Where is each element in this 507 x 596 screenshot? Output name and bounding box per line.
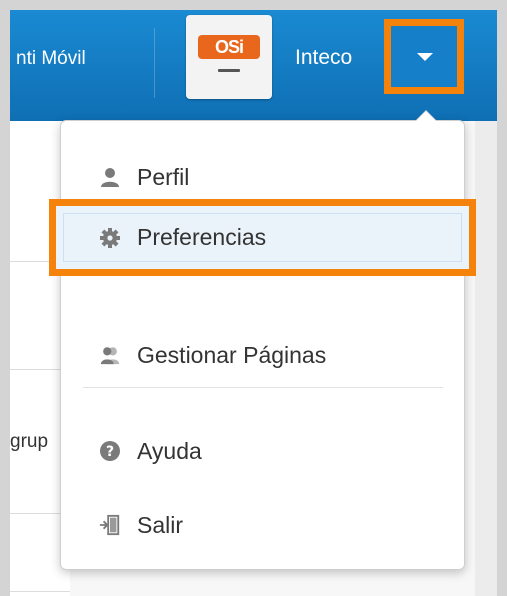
hover-inner-border bbox=[63, 213, 462, 262]
menu-item-perfil[interactable]: Perfil bbox=[61, 149, 464, 205]
logo-underline bbox=[218, 69, 240, 72]
user-dropdown-menu: Perfil Preferencias Gestionar Páginas ? … bbox=[49, 110, 476, 570]
navbar-divider bbox=[154, 28, 155, 98]
menu-separator bbox=[83, 387, 443, 388]
menu-item-label: Salir bbox=[137, 511, 184, 538]
right-gutter bbox=[475, 121, 497, 596]
svg-text:?: ? bbox=[106, 444, 114, 460]
caret-down-icon bbox=[417, 53, 433, 61]
menu-item-label: Ayuda bbox=[137, 437, 202, 464]
clipped-content-text: grup bbox=[10, 431, 49, 452]
divider bbox=[10, 591, 70, 592]
top-navbar: nti Móvil OSi Inteco bbox=[10, 10, 497, 121]
help-circle-icon: ? bbox=[99, 440, 121, 462]
user-menu-toggle-button[interactable] bbox=[384, 19, 464, 94]
app-title-partial[interactable]: nti Móvil bbox=[16, 48, 86, 70]
app-window: nti Móvil OSi Inteco grup Perfil Prefere… bbox=[10, 10, 497, 596]
org-name[interactable]: Inteco bbox=[295, 46, 388, 70]
menu-item-label: Gestionar Páginas bbox=[137, 341, 327, 368]
menu-item-label: Perfil bbox=[137, 163, 190, 190]
menu-item-gestionar-paginas[interactable]: Gestionar Páginas bbox=[61, 327, 464, 383]
users-icon bbox=[99, 344, 121, 366]
sign-out-icon bbox=[99, 514, 121, 536]
user-icon bbox=[99, 166, 121, 188]
menu-item-preferencias[interactable]: Preferencias bbox=[49, 199, 476, 276]
menu-item-salir[interactable]: Salir bbox=[61, 497, 464, 553]
menu-item-ayuda[interactable]: ? Ayuda bbox=[61, 423, 464, 479]
osi-logo-badge: OSi bbox=[198, 35, 260, 59]
org-logo[interactable]: OSi bbox=[186, 15, 272, 99]
menu-pointer-arrow bbox=[415, 110, 437, 121]
